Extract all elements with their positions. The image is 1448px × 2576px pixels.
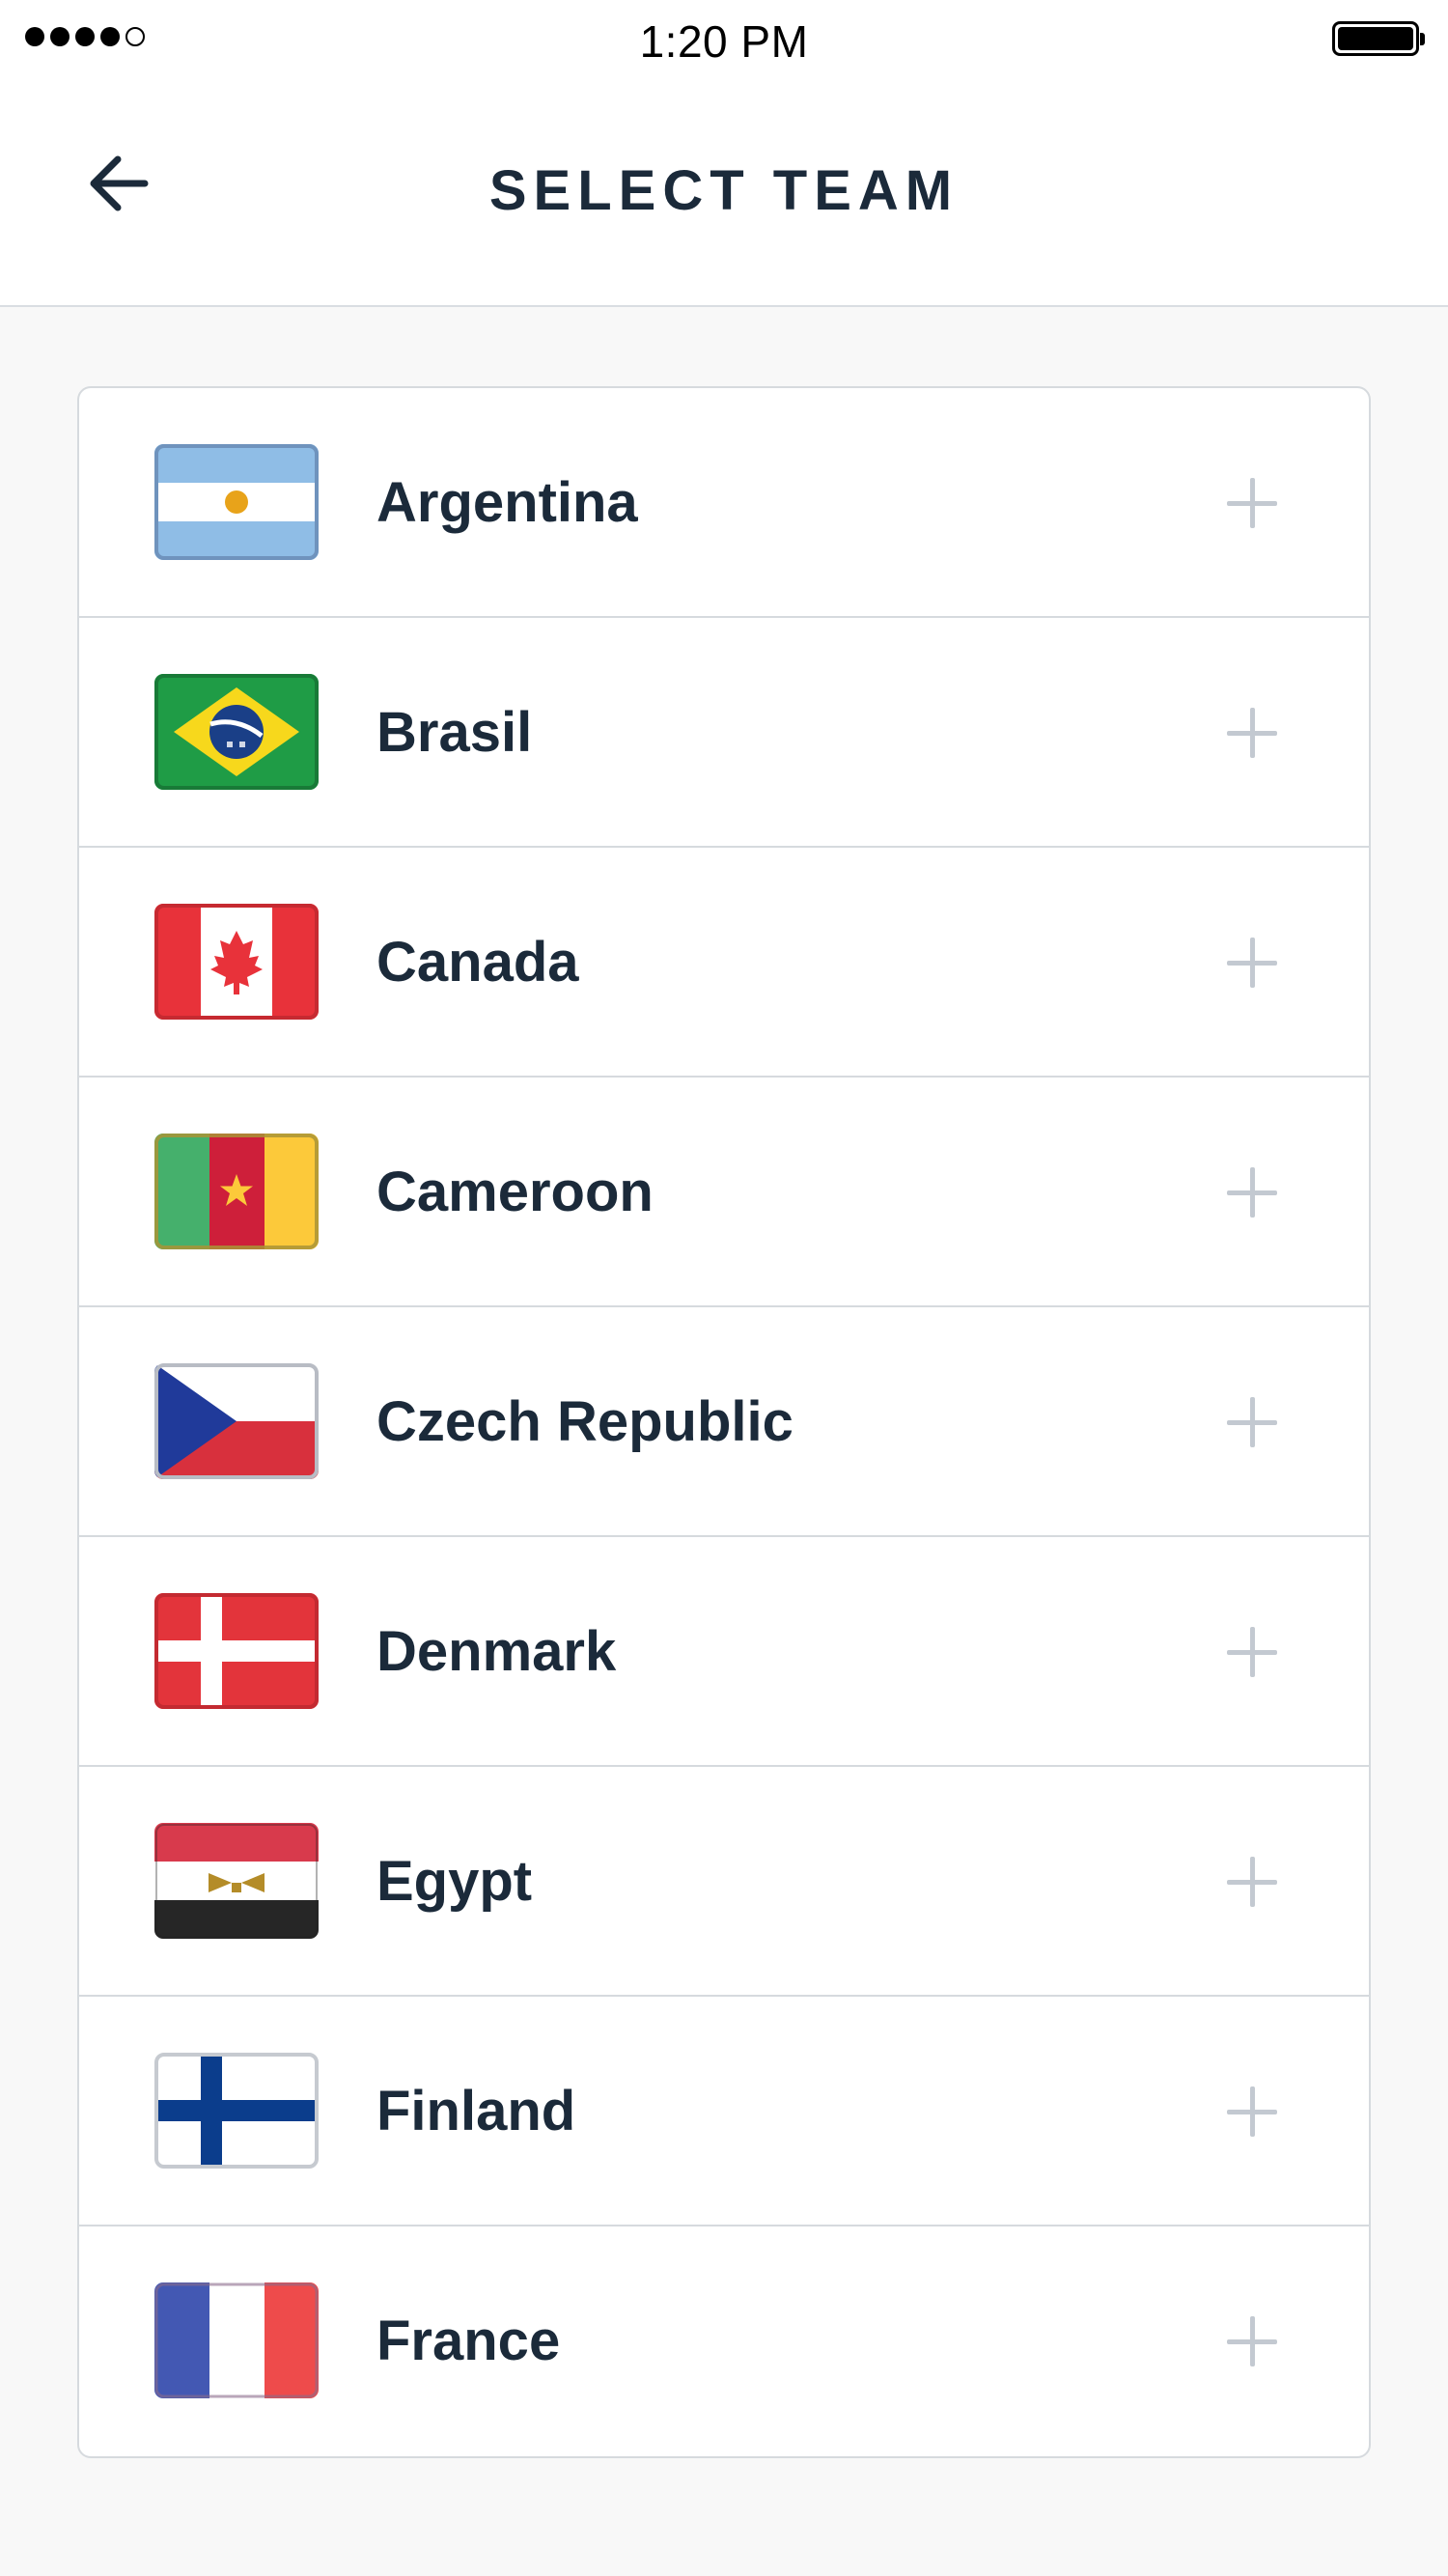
team-row-czech-republic[interactable]: Czech Republic [79, 1307, 1369, 1537]
team-list: Argentina Brasil Canada Cameroon Czech R… [77, 386, 1371, 2458]
plus-icon[interactable] [1223, 704, 1281, 762]
plus-icon[interactable] [1223, 2083, 1281, 2141]
team-name: Denmark [376, 1620, 617, 1683]
argentina-flag-icon [154, 444, 319, 560]
brasil-flag-icon [154, 674, 319, 790]
status-bar: 1:20 PM [0, 0, 1448, 87]
battery-icon [1332, 21, 1425, 56]
cameroon-flag-icon [154, 1134, 319, 1249]
team-row-brasil[interactable]: Brasil [79, 618, 1369, 848]
team-row-finland[interactable]: Finland [79, 1997, 1369, 2226]
plus-icon[interactable] [1223, 1623, 1281, 1681]
plus-icon[interactable] [1223, 934, 1281, 992]
egypt-flag-icon [154, 1823, 319, 1939]
plus-icon[interactable] [1223, 1393, 1281, 1451]
team-row-france[interactable]: France [79, 2226, 1369, 2456]
team-row-denmark[interactable]: Denmark [79, 1537, 1369, 1767]
team-name: Argentina [376, 471, 638, 534]
plus-icon[interactable] [1223, 1163, 1281, 1221]
france-flag-icon [154, 2282, 319, 2398]
battery-nub [1420, 33, 1425, 45]
team-row-egypt[interactable]: Egypt [79, 1767, 1369, 1997]
team-row-canada[interactable]: Canada [79, 848, 1369, 1078]
team-row-cameroon[interactable]: Cameroon [79, 1078, 1369, 1307]
plus-icon[interactable] [1223, 1853, 1281, 1911]
team-name: Finland [376, 2080, 576, 2142]
battery-fill [1338, 27, 1413, 50]
team-name: France [376, 2310, 561, 2372]
czech-republic-flag-icon [154, 1363, 319, 1479]
page-title: SELECT TEAM [488, 159, 960, 222]
nav-bar: SELECT TEAM [0, 87, 1448, 307]
canada-flag-icon [154, 904, 319, 1020]
team-name: Cameroon [376, 1161, 654, 1223]
status-time: 1:20 PM [639, 16, 809, 67]
team-name: Czech Republic [376, 1390, 794, 1453]
team-name: Canada [376, 931, 579, 994]
team-name: Egypt [376, 1850, 533, 1913]
finland-flag-icon [154, 2053, 319, 2169]
denmark-flag-icon [154, 1593, 319, 1709]
plus-icon[interactable] [1223, 2312, 1281, 2370]
team-row-argentina[interactable]: Argentina [79, 388, 1369, 618]
team-name: Brasil [376, 701, 533, 764]
plus-icon[interactable] [1223, 474, 1281, 532]
